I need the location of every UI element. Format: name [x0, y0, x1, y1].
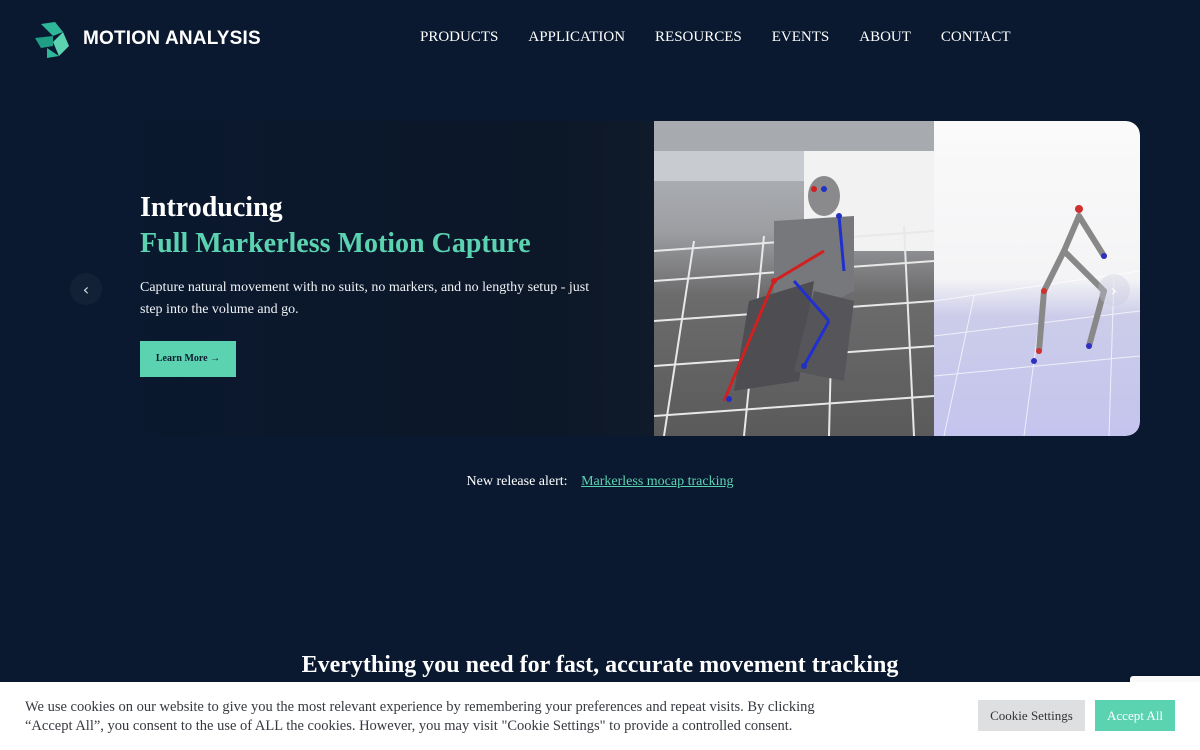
- release-link[interactable]: Markerless mocap tracking: [581, 474, 733, 489]
- nav-resources[interactable]: RESOURCES: [655, 29, 742, 46]
- section-title: Everything you need for fast, accurate m…: [301, 652, 899, 678]
- cookie-banner: We use cookies on our website to give yo…: [0, 682, 1200, 750]
- logo[interactable]: MOTION ANALYSIS: [33, 18, 261, 60]
- hero-description: Capture natural movement with no suits, …: [140, 280, 590, 317]
- hero-title-intro: Introducing: [140, 192, 283, 223]
- mocap-photo: [654, 121, 934, 436]
- nav-products[interactable]: PRODUCTS: [420, 29, 498, 46]
- hero-slider: Introducing Full Markerless Motion Captu…: [60, 121, 1140, 436]
- nav-about[interactable]: ABOUT: [859, 29, 911, 46]
- main-nav: PRODUCTS APPLICATION RESOURCES EVENTS AB…: [420, 29, 1041, 46]
- learn-more-button[interactable]: Learn More →: [140, 341, 236, 377]
- slider-next-button[interactable]: ›: [1098, 274, 1130, 306]
- release-label: New release alert:: [466, 474, 568, 489]
- logo-text: MOTION ANALYSIS: [83, 28, 261, 49]
- release-alert: New release alert: Markerless mocap trac…: [0, 474, 1200, 490]
- chevron-left-icon: ‹: [82, 279, 90, 299]
- cookie-text: We use cookies on our website to give yo…: [25, 699, 815, 734]
- site-header: MOTION ANALYSIS PRODUCTS APPLICATION RES…: [0, 0, 1200, 80]
- mocap-photo-graphic: [654, 121, 934, 436]
- slider-prev-button[interactable]: ‹: [70, 273, 102, 305]
- nav-application[interactable]: APPLICATION: [528, 29, 625, 46]
- nav-contact[interactable]: CONTACT: [941, 29, 1011, 46]
- accept-all-button[interactable]: Accept All: [1095, 700, 1175, 731]
- chevron-right-icon: ›: [1110, 280, 1118, 300]
- cookie-settings-button[interactable]: Cookie Settings: [978, 700, 1085, 731]
- hero-title-main: Full Markerless Motion Capture: [140, 228, 531, 259]
- logo-icon: [35, 22, 69, 58]
- hero-text: Introducing Full Markerless Motion Captu…: [140, 191, 610, 377]
- nav-events[interactable]: EVENTS: [772, 29, 830, 46]
